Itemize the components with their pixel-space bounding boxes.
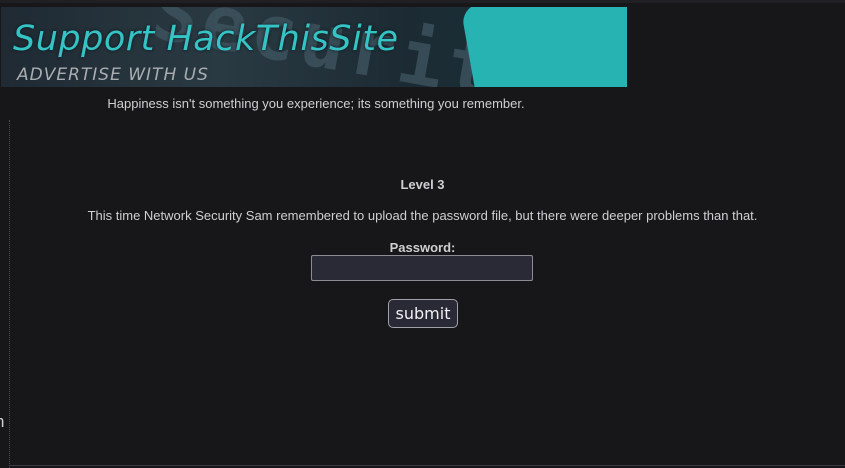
banner-subtitle: ADVERTISE WITH US [17, 65, 209, 85]
content-left-border [9, 120, 10, 468]
sidebar-edge-text: n [0, 412, 4, 432]
advertisement-banner[interactable]: Security Support HackThisSite ADVERTISE … [1, 7, 627, 87]
top-divider [0, 0, 845, 3]
page: Security Support HackThisSite ADVERTISE … [0, 0, 845, 468]
level-title: Level 3 [400, 177, 445, 192]
password-input[interactable] [311, 255, 533, 281]
level-description: This time Network Security Sam remembere… [87, 208, 758, 223]
banner-teal-shape [460, 7, 627, 87]
random-quote: Happiness isn't something you experience… [107, 96, 525, 111]
content-bottom-border [10, 465, 845, 466]
submit-button[interactable]: submit [388, 299, 458, 328]
password-label: Password: [389, 240, 456, 255]
banner-title: Support HackThisSite [13, 19, 399, 59]
